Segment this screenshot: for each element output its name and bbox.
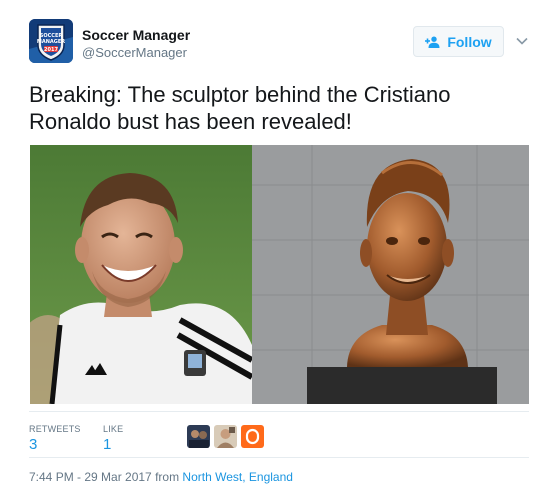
tweet-meta: 7:44 PM - 29 Mar 2017 from North West, E… <box>29 470 293 484</box>
user-handle[interactable]: @SoccerManager <box>82 45 187 60</box>
right-photo[interactable] <box>252 145 529 404</box>
badge-text-3: 2017 <box>44 47 58 53</box>
retweets-label: RETWEETS <box>29 424 81 434</box>
likes-label: LIKE <box>103 424 124 434</box>
tweet-text: Breaking: The sculptor behind the Cristi… <box>29 81 529 135</box>
likes-stat[interactable]: LIKE 1 <box>103 424 123 453</box>
tweet-card: SOCCER MANAGER 2017 Soccer Manager @Socc… <box>0 0 560 489</box>
tweet-menu-button[interactable] <box>513 32 531 50</box>
retweets-stat[interactable]: RETWEETS 3 <box>29 424 81 453</box>
bronze-bust-image <box>252 145 529 404</box>
tweet-stats: RETWEETS 3 LIKE 1 <box>29 411 529 458</box>
soccer-manager-badge-icon: SOCCER MANAGER 2017 <box>29 19 73 63</box>
retweets-count: 3 <box>29 436 38 453</box>
chevron-down-icon <box>516 37 528 45</box>
left-photo[interactable] <box>30 145 252 404</box>
from-word: from <box>155 470 180 484</box>
tweet-text-line-1: Breaking: The sculptor behind the Cristi… <box>29 82 451 107</box>
follow-button[interactable]: Follow <box>413 26 504 57</box>
user-avatar[interactable]: SOCCER MANAGER 2017 <box>29 19 73 63</box>
badge-text-2: MANAGER <box>37 39 65 45</box>
likes-count: 1 <box>103 436 112 453</box>
liker-avatar-3-image <box>241 425 264 448</box>
liker-avatar-2[interactable] <box>214 425 237 448</box>
laughing-player-image <box>30 145 252 404</box>
liker-avatar-1-image <box>187 425 210 448</box>
tweet-location-link[interactable]: North West, England <box>182 470 293 484</box>
tweet-media[interactable] <box>30 145 529 404</box>
tweet-timestamp[interactable]: 7:44 PM - 29 Mar 2017 <box>29 470 152 484</box>
display-name[interactable]: Soccer Manager <box>82 27 190 43</box>
liker-avatar-3[interactable] <box>241 425 264 448</box>
liker-avatar-2-image <box>214 425 237 448</box>
liker-avatars <box>187 425 264 448</box>
add-user-icon <box>425 36 440 48</box>
tweet-text-line-2: Ronaldo bust has been revealed! <box>29 109 352 134</box>
follow-label: Follow <box>447 33 492 50</box>
liker-avatar-1[interactable] <box>187 425 210 448</box>
